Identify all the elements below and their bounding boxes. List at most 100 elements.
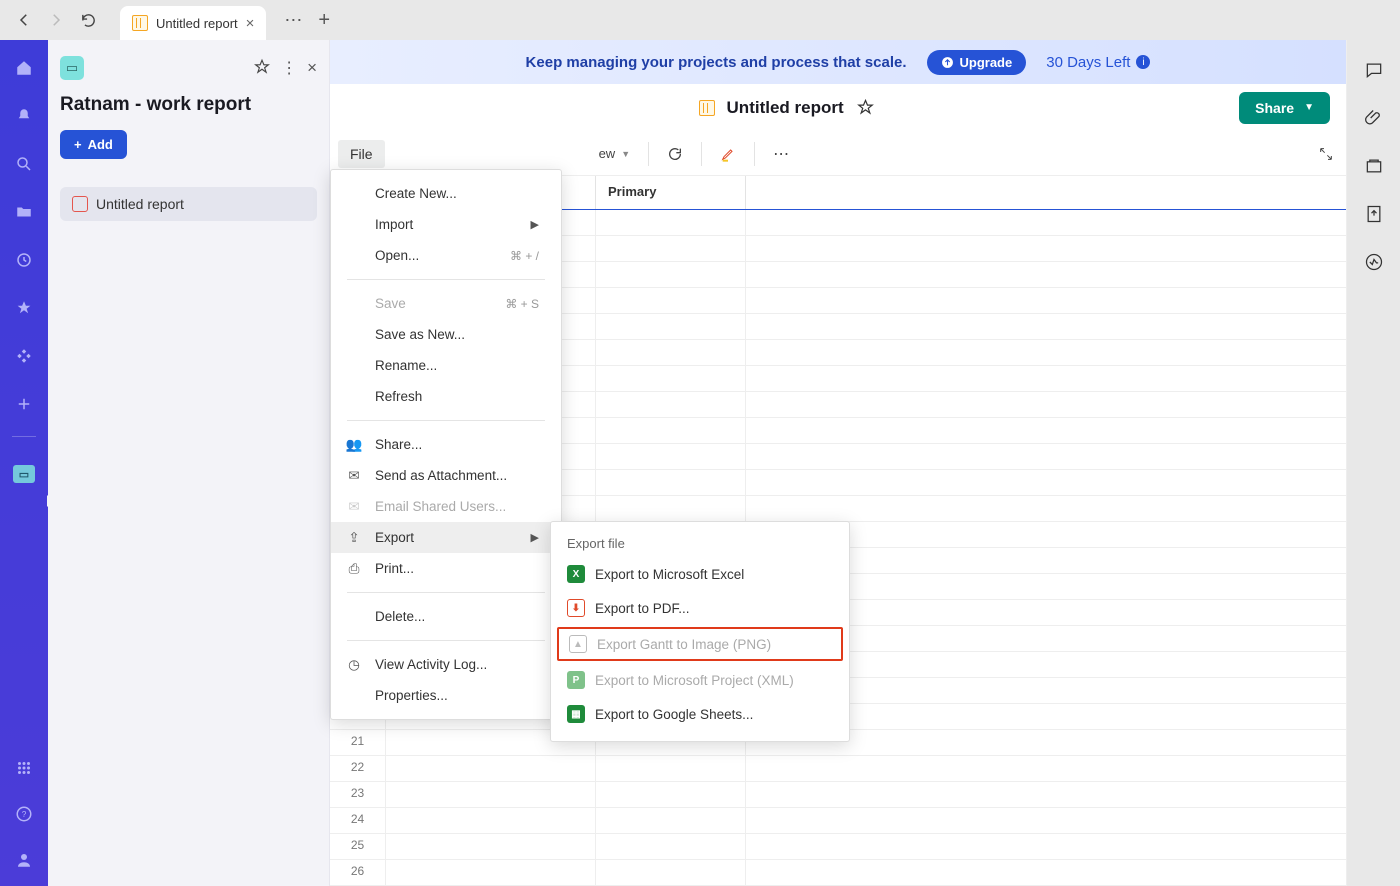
print-icon: ⎙ [345,561,363,577]
grid-row[interactable]: 23 [330,782,1346,808]
comments-icon[interactable] [1364,60,1384,80]
expand-button[interactable] [1314,142,1338,166]
workspace-close-button[interactable]: × [307,58,317,78]
grid-cell[interactable] [596,418,746,443]
nav-folder-icon[interactable] [14,202,34,222]
new-tab-button[interactable]: + [318,9,330,32]
workspace-icon: ▭ [60,56,84,80]
back-button[interactable] [10,6,38,34]
refresh-button[interactable] [661,142,689,166]
svg-text:?: ? [22,810,27,819]
grid-cell[interactable] [596,366,746,391]
menu-properties[interactable]: Properties... [331,680,561,711]
row-number: 26 [330,860,386,885]
file-menu-button[interactable]: File [338,140,385,168]
workspace-item[interactable]: Untitled report [60,187,317,221]
menu-open[interactable]: Open...⌘ + / [331,240,561,271]
report-icon [699,100,715,116]
grid-row[interactable]: 25 [330,834,1346,860]
nav-add-icon[interactable] [14,394,34,414]
tab-close-button[interactable]: × [246,15,255,32]
grid-cell[interactable] [596,756,746,781]
proofs-icon[interactable] [1364,156,1384,176]
upgrade-button[interactable]: Upgrade [927,50,1027,75]
grid-cell[interactable] [596,496,746,521]
menu-delete[interactable]: Delete... [331,601,561,632]
add-button[interactable]: + Add [60,130,127,159]
workspace-more-button[interactable]: ⋮ [281,58,297,78]
gsheets-icon: ▦ [567,705,585,723]
activity-icon[interactable] [1364,252,1384,272]
work-area: Keep managing your projects and process … [330,40,1346,886]
grid-cell[interactable] [596,834,746,859]
menu-print[interactable]: ⎙Print... [331,553,561,584]
grid-row[interactable]: 22 [330,756,1346,782]
grid-cell[interactable] [596,470,746,495]
grid-cell[interactable] [386,808,596,833]
publish-icon[interactable] [1364,204,1384,224]
row-number: 23 [330,782,386,807]
nav-workspace-icon[interactable]: ▭ [13,465,35,483]
menu-activity-log[interactable]: ◷View Activity Log... [331,649,561,680]
grid-cell[interactable] [386,834,596,859]
menu-save: Save⌘ + S [331,288,561,319]
report-icon [132,15,148,31]
grid-cell[interactable] [596,210,746,235]
favorite-workspace-button[interactable] [253,58,271,78]
menu-rename[interactable]: Rename... [331,350,561,381]
grid-cell[interactable] [596,288,746,313]
menu-save-as-new[interactable]: Save as New... [331,319,561,350]
grid-cell[interactable] [386,782,596,807]
menu-import[interactable]: Import▶ [331,209,561,240]
nav-account-icon[interactable] [14,850,34,870]
grid-cell[interactable] [386,756,596,781]
grid-cell[interactable] [596,262,746,287]
menu-share[interactable]: 👥Share... [331,429,561,460]
add-button-label: Add [88,137,113,152]
star-outline-icon [856,98,875,117]
export-to-pdf[interactable]: ⬇ Export to PDF... [551,591,849,625]
grid-cell[interactable] [596,340,746,365]
share-label: Share [1255,100,1294,116]
grid-cell[interactable] [596,236,746,261]
nav-recents-icon[interactable] [14,250,34,270]
grid-row[interactable]: 26 [330,860,1346,886]
grid-cell[interactable] [596,444,746,469]
browser-tab[interactable]: Untitled report × [120,6,266,40]
nav-notifications-icon[interactable] [14,106,34,126]
row-number: 25 [330,834,386,859]
left-nav-rail: ▭ ? [0,40,48,886]
grid-row[interactable]: 24 [330,808,1346,834]
nav-help-icon[interactable]: ? [14,804,34,824]
info-icon[interactable]: i [1136,55,1150,69]
menu-send-attachment[interactable]: ✉Send as Attachment... [331,460,561,491]
grid-cell[interactable] [596,314,746,339]
menu-create-new[interactable]: Create New... [331,178,561,209]
tab-overflow-button[interactable]: ⋯ [284,10,302,31]
column-header-primary[interactable]: Primary [596,176,746,209]
grid-cell[interactable] [386,860,596,885]
file-menu: Create New... Import▶ Open...⌘ + / Save⌘… [330,169,562,720]
grid-cell[interactable] [596,392,746,417]
view-dropdown[interactable]: ew ▼ [593,142,637,165]
forward-button[interactable] [42,6,70,34]
nav-workapps-icon[interactable] [14,346,34,366]
nav-search-icon[interactable] [14,154,34,174]
grid-cell[interactable] [596,782,746,807]
menu-email-shared: ✉Email Shared Users... [331,491,561,522]
export-to-gsheets[interactable]: ▦ Export to Google Sheets... [551,697,849,731]
reload-button[interactable] [74,6,102,34]
more-toolbar-button[interactable]: ⋯ [767,140,795,168]
grid-cell[interactable] [596,808,746,833]
menu-refresh[interactable]: Refresh [331,381,561,412]
highlight-button[interactable] [714,142,742,166]
share-button[interactable]: Share ▼ [1239,92,1330,124]
menu-export[interactable]: ⇪Export▶ [331,522,561,553]
nav-favorites-icon[interactable] [14,298,34,318]
attachments-icon[interactable] [1364,108,1384,128]
export-to-excel[interactable]: X Export to Microsoft Excel [551,557,849,591]
nav-apps-icon[interactable] [14,758,34,778]
grid-cell[interactable] [596,860,746,885]
favorite-doc-button[interactable] [856,98,875,117]
nav-home-icon[interactable] [14,58,34,78]
